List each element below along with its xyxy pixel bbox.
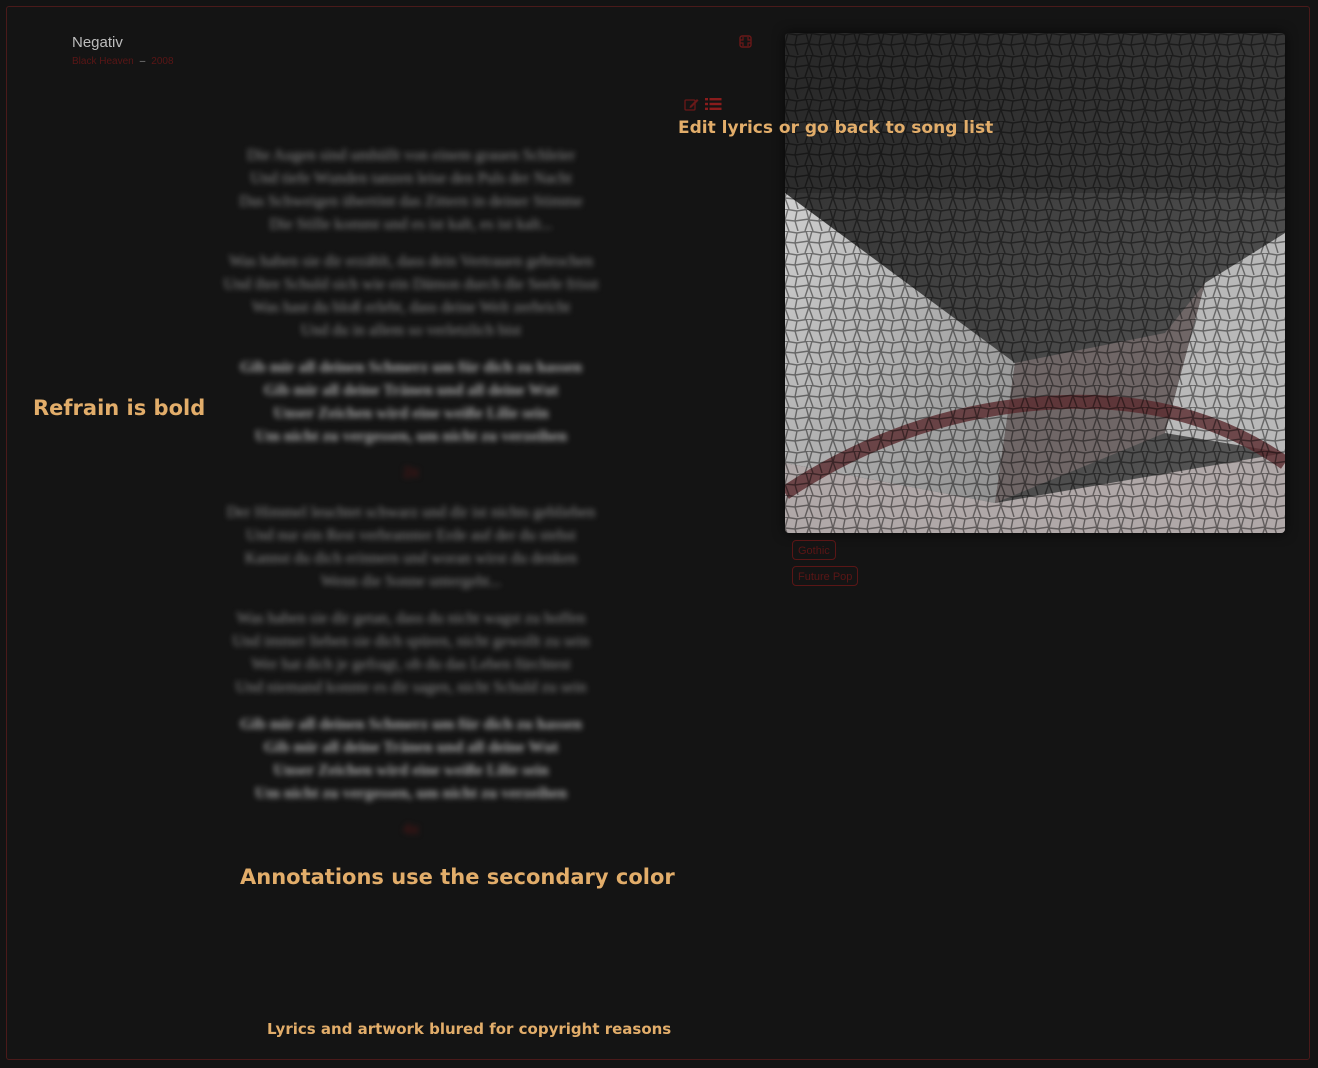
- genre-tag-gothic[interactable]: Gothic: [792, 540, 836, 560]
- list-icon[interactable]: [705, 97, 722, 111]
- refrain-line: Um nicht zu vergessen, um nicht zu verze…: [255, 785, 567, 802]
- year-link[interactable]: 2008: [151, 56, 173, 67]
- album-link[interactable]: Black Heaven: [72, 56, 134, 67]
- lyric-line: Und tiefe Wunden tanzen leise den Puls d…: [250, 170, 572, 187]
- lyrics-stanza: Die Augen sind umhüllt von einem grauen …: [200, 144, 622, 236]
- artwork-mosaic-image: [785, 33, 1285, 533]
- annotation-copyright-hint: Lyrics and artwork blured for copyright …: [267, 1020, 672, 1038]
- lyric-line: Was haben sie dir getan, dass du nicht w…: [236, 610, 586, 627]
- lyric-line: Das Schweigen übertönt das Zittern in de…: [239, 193, 583, 210]
- lyrics-refrain: Gib mir all deinen Schmerz um für dich z…: [200, 713, 622, 805]
- lyric-line: Und nur ein Rest verbrannter Erde auf de…: [245, 527, 577, 544]
- repeat-annotation: 2x: [403, 464, 419, 481]
- lyrics-stanza: Der Himmel leuchtet schwarz und dir ist …: [200, 501, 622, 593]
- genre-tag-future-pop[interactable]: Future Pop: [792, 566, 859, 586]
- collapse-icon[interactable]: [739, 35, 752, 48]
- lyrics-stanza: Was haben sie dir erzählt, dass dein Ver…: [200, 250, 622, 342]
- lyric-line: Die Stille kommt und es ist kalt, es ist…: [269, 216, 553, 233]
- album-artwork: [785, 33, 1285, 533]
- lyrics-stanza: Was haben sie dir getan, dass du nicht w…: [200, 607, 622, 699]
- refrain-line: Gib mir all deine Tränen und all deine W…: [263, 739, 559, 756]
- refrain-line: Gib mir all deine Tränen und all deine W…: [263, 382, 559, 399]
- refrain-line: Gib mir all deinen Schmerz um für dich z…: [239, 716, 583, 733]
- meta-separator: –: [139, 56, 146, 67]
- annotation-edit-hint: Edit lyrics or go back to song list: [678, 118, 994, 138]
- annotation-refrain-hint: Refrain is bold: [33, 396, 206, 420]
- repeat-annotation: 4x: [403, 821, 419, 838]
- refrain-line: Um nicht zu vergessen, um nicht zu verze…: [255, 428, 567, 445]
- lyric-line: Was hast du bloß erlebt, dass deine Welt…: [251, 299, 571, 316]
- lyrics-body: Die Augen sind umhüllt von einem grauen …: [200, 144, 622, 858]
- annotation-secondary-color-hint: Annotations use the secondary color: [240, 865, 675, 889]
- lyrics-refrain: Gib mir all deinen Schmerz um für dich z…: [200, 356, 622, 448]
- lyric-line: Der Himmel leuchtet schwarz und dir ist …: [226, 504, 596, 521]
- lyric-line: Die Augen sind umhüllt von einem grauen …: [246, 147, 576, 164]
- refrain-line: Gib mir all deinen Schmerz um für dich z…: [239, 359, 583, 376]
- edit-icon[interactable]: [684, 97, 699, 111]
- refrain-line: Unser Zeichen wird eine weiße Lilie sein: [273, 762, 549, 779]
- lyric-line: Wenn die Sonne untergeht...: [320, 573, 502, 590]
- lyric-line: Und niemand konnte es dir sagen, nicht S…: [235, 679, 587, 696]
- lyric-line: Und ihre Schuld sich wie ein Dämon durch…: [223, 276, 599, 293]
- refrain-line: Unser Zeichen wird eine weiße Lilie sein: [273, 405, 549, 422]
- lyric-line: Wer hat dich je gefragt, ob du das Leben…: [251, 656, 571, 673]
- lyric-line: Was haben sie dir erzählt, dass dein Ver…: [228, 253, 594, 270]
- lyric-line: Kannst du dich erinnern und woran wirst …: [244, 550, 578, 567]
- song-meta: Black Heaven –2008: [72, 56, 174, 67]
- song-title: Negativ: [72, 34, 123, 51]
- lyric-line: Und immer lieben sie dich spüren, nicht …: [232, 633, 590, 650]
- lyric-line: Und du in allem so verletzlich bist: [300, 322, 522, 339]
